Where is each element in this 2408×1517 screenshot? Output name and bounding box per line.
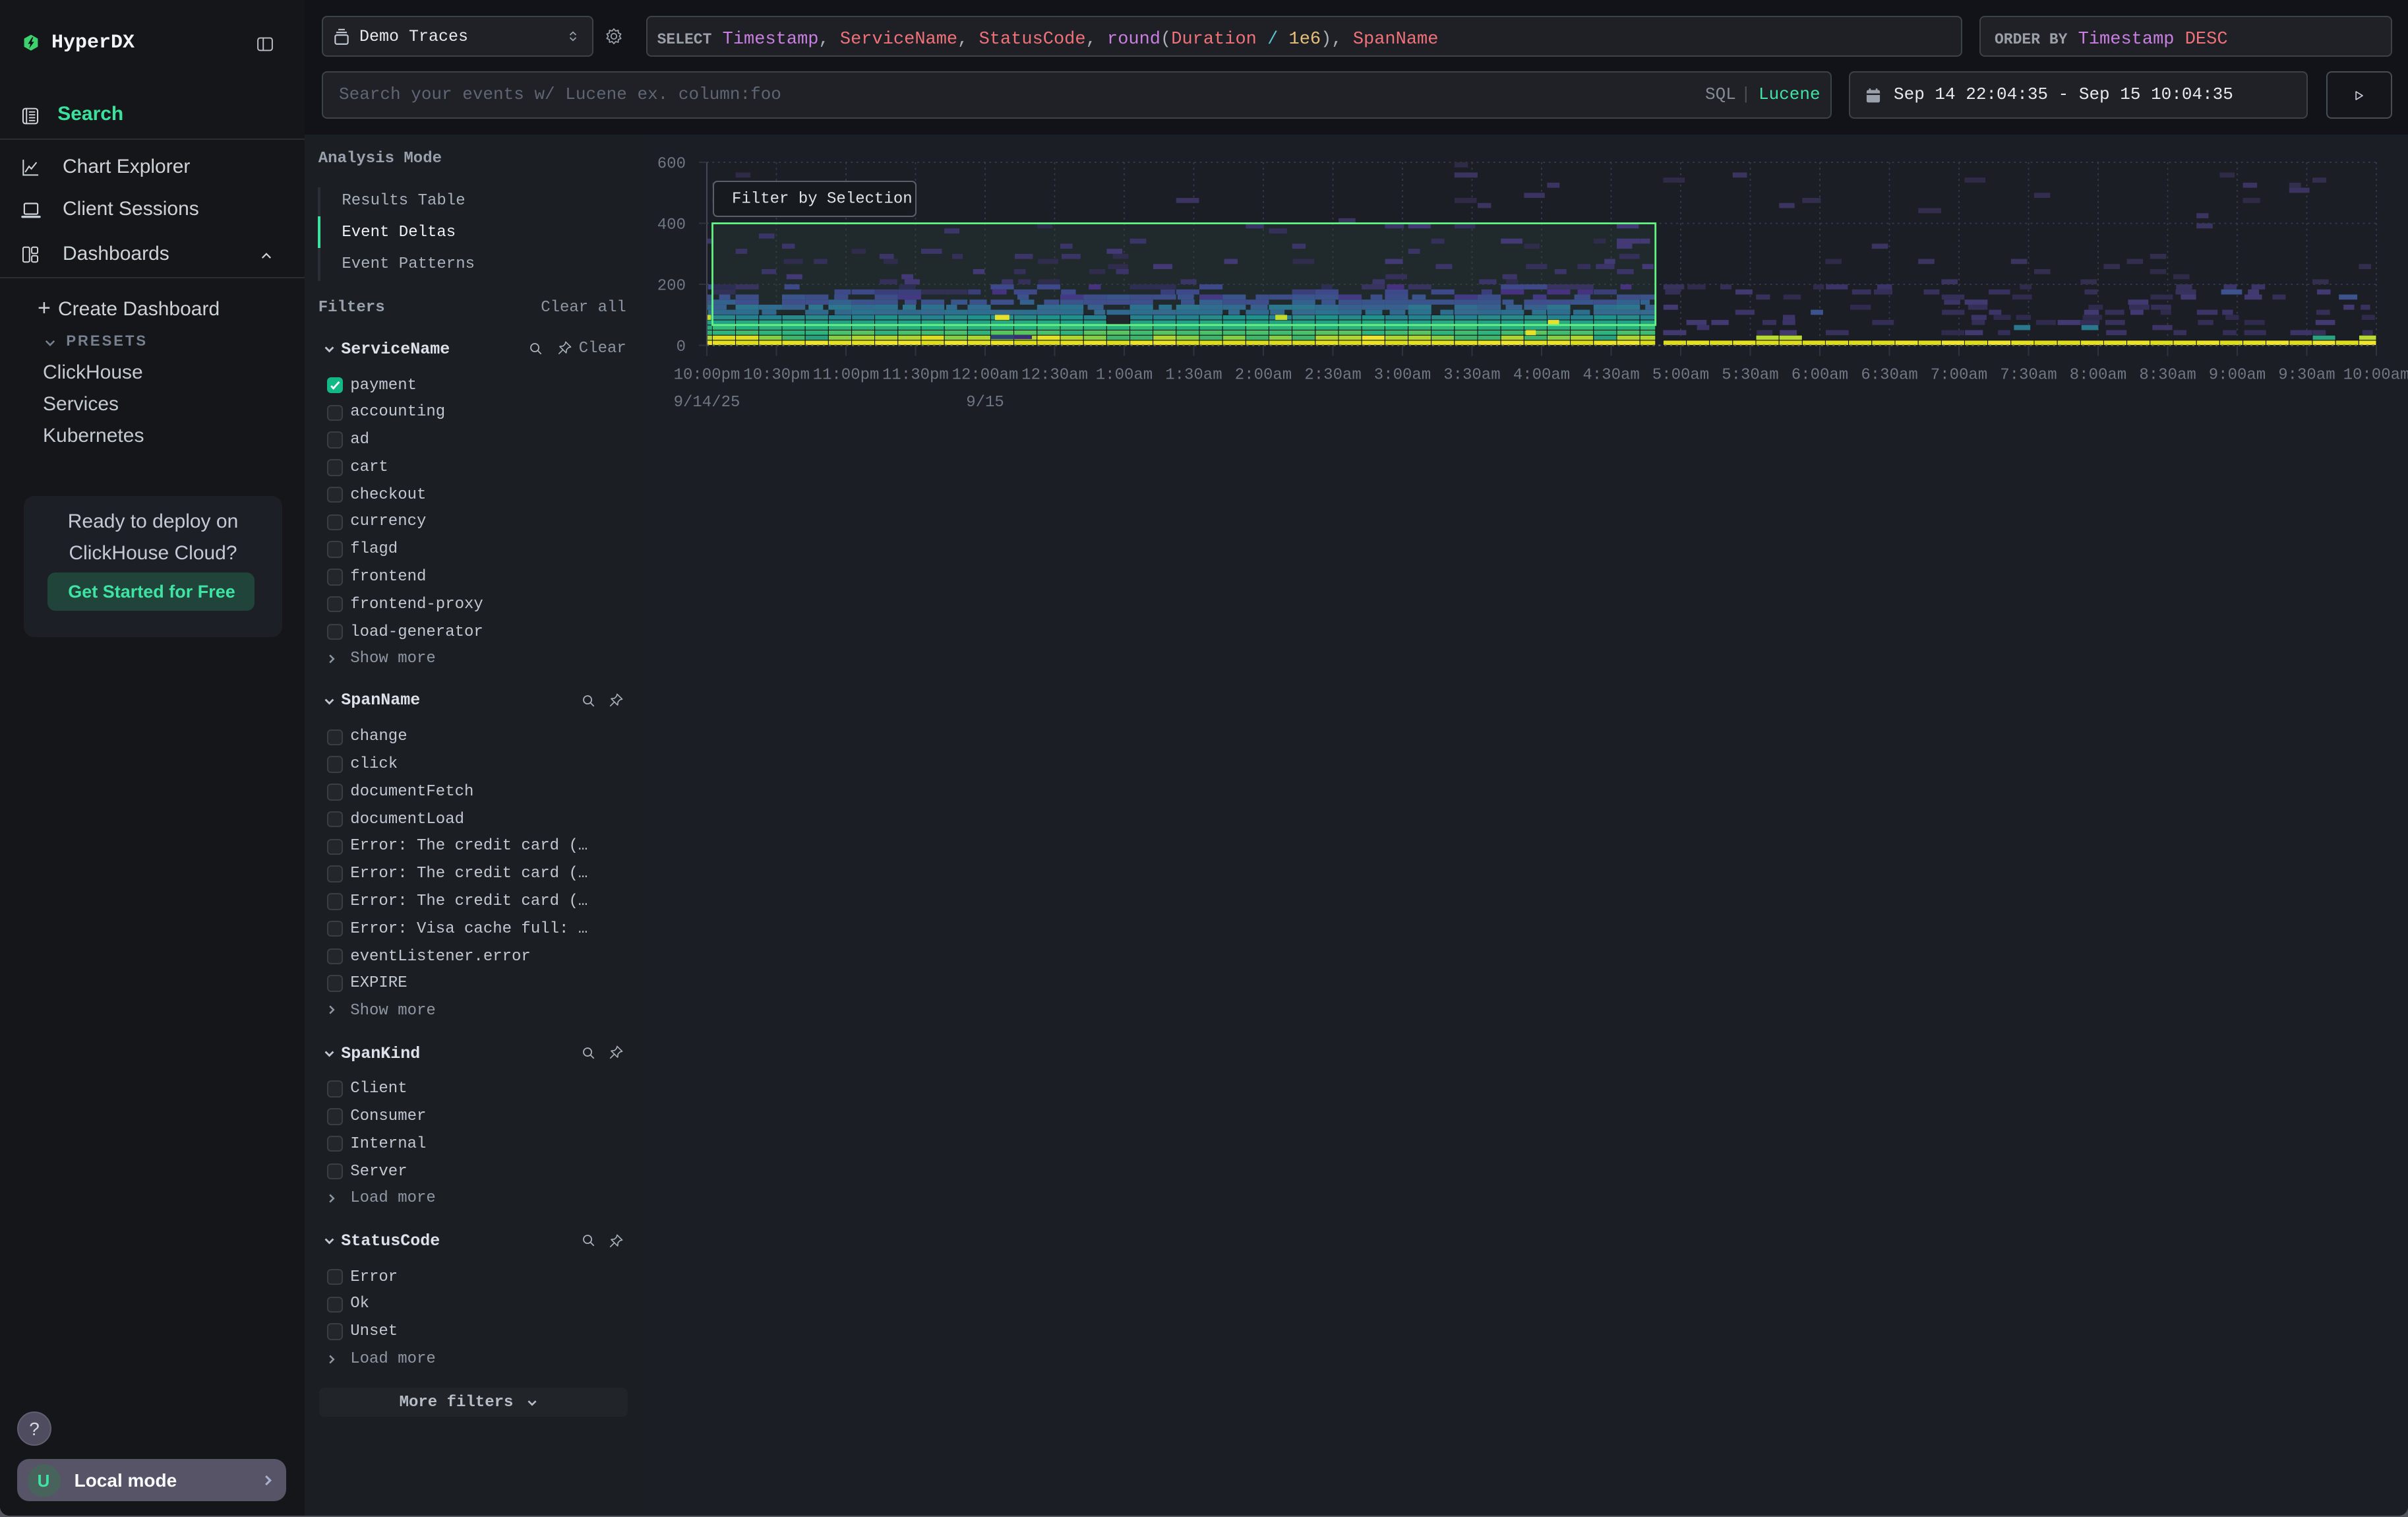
- svg-text:3:30am: 3:30am: [1443, 366, 1500, 384]
- svg-text:3:00am: 3:00am: [1374, 366, 1431, 384]
- svg-text:6:00am: 6:00am: [1791, 366, 1848, 384]
- svg-text:400: 400: [657, 216, 686, 234]
- svg-text:5:00am: 5:00am: [1652, 366, 1709, 384]
- svg-text:10:00am: 10:00am: [2343, 366, 2408, 384]
- svg-text:Filter by Selection: Filter by Selection: [732, 191, 913, 208]
- svg-text:9:30am: 9:30am: [2278, 366, 2335, 384]
- svg-text:8:00am: 8:00am: [2070, 366, 2126, 384]
- svg-text:12:30am: 12:30am: [1021, 366, 1088, 384]
- svg-text:7:30am: 7:30am: [2000, 366, 2057, 384]
- svg-text:4:30am: 4:30am: [1582, 366, 1639, 384]
- svg-text:6:30am: 6:30am: [1861, 366, 1917, 384]
- svg-text:10:30pm: 10:30pm: [743, 366, 810, 384]
- svg-text:11:00pm: 11:00pm: [813, 366, 880, 384]
- svg-text:9/15: 9/15: [966, 394, 1004, 412]
- svg-text:200: 200: [657, 278, 686, 295]
- svg-text:600: 600: [657, 155, 686, 173]
- svg-text:5:30am: 5:30am: [1722, 366, 1778, 384]
- svg-text:0: 0: [677, 338, 686, 356]
- svg-text:7:00am: 7:00am: [1931, 366, 1987, 384]
- svg-text:9/14/25: 9/14/25: [674, 394, 740, 412]
- svg-text:11:30pm: 11:30pm: [882, 366, 949, 384]
- svg-text:10:00pm: 10:00pm: [674, 366, 740, 384]
- svg-text:1:00am: 1:00am: [1096, 366, 1153, 384]
- svg-text:2:00am: 2:00am: [1235, 366, 1292, 384]
- svg-text:12:00am: 12:00am: [952, 366, 1019, 384]
- svg-text:8:30am: 8:30am: [2139, 366, 2196, 384]
- svg-text:4:00am: 4:00am: [1513, 366, 1570, 384]
- svg-text:2:30am: 2:30am: [1304, 366, 1361, 384]
- svg-text:1:30am: 1:30am: [1165, 366, 1222, 384]
- svg-text:9:00am: 9:00am: [2209, 366, 2266, 384]
